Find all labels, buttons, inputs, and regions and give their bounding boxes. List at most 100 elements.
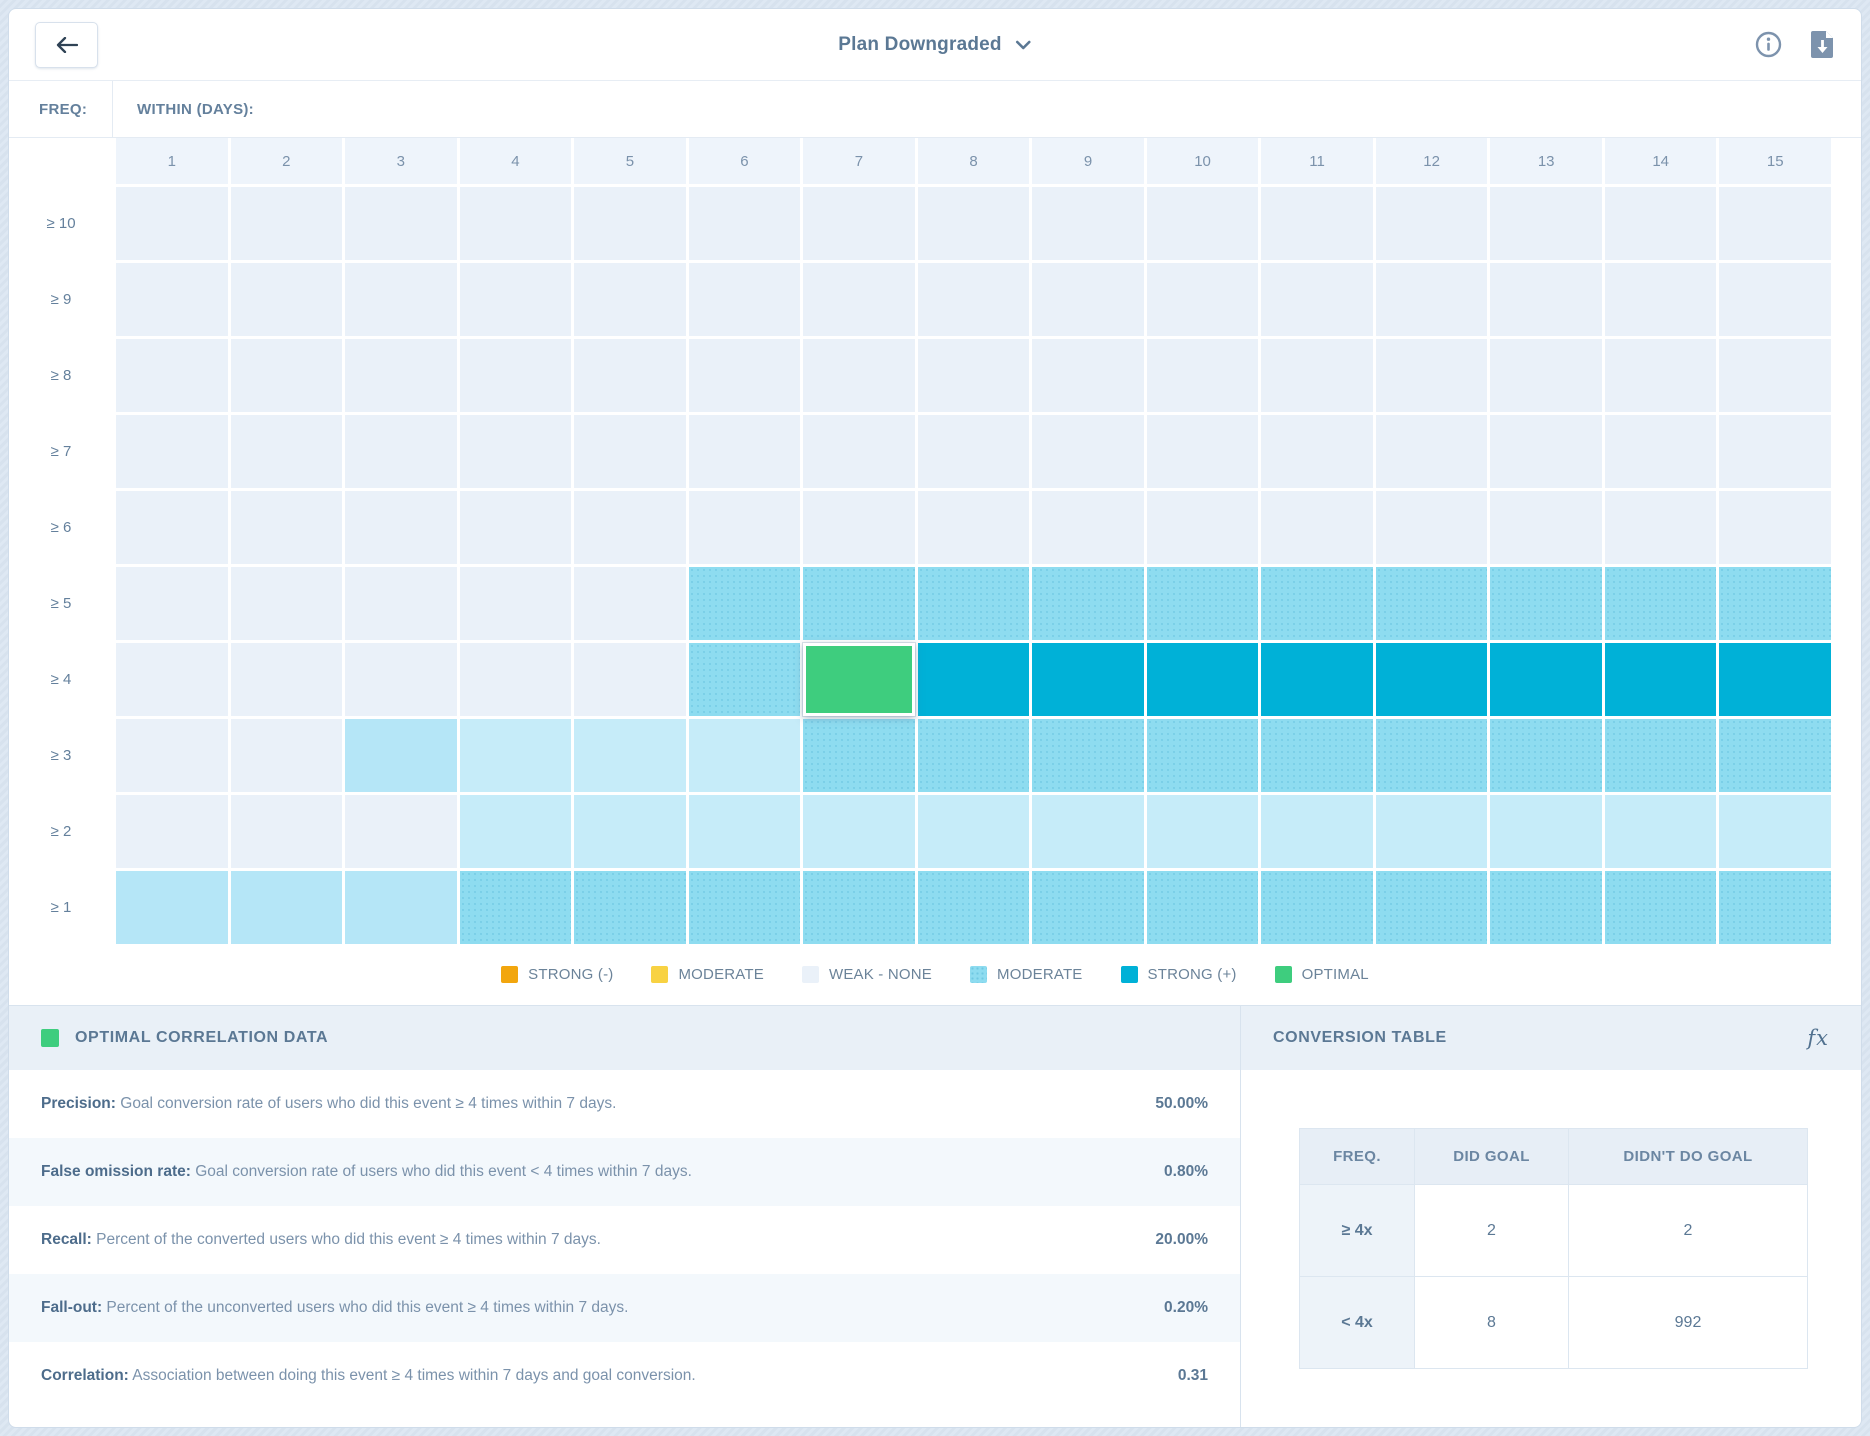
heatmap-cell[interactable] [1490,339,1602,412]
heatmap-cell[interactable] [1719,263,1831,336]
heatmap-cell[interactable] [345,795,457,868]
heatmap-cell[interactable] [918,187,1030,260]
heatmap-cell[interactable] [574,263,686,336]
heatmap-cell[interactable] [689,871,801,944]
heatmap-cell[interactable] [689,643,801,716]
heatmap-cell[interactable] [1261,871,1373,944]
heatmap-cell[interactable] [345,719,457,792]
heatmap-cell[interactable] [116,871,228,944]
heatmap-cell[interactable] [231,263,343,336]
heatmap-cell[interactable] [116,415,228,488]
heatmap-cell[interactable] [1376,491,1488,564]
heatmap-cell[interactable] [116,187,228,260]
heatmap-cell[interactable] [689,187,801,260]
heatmap-cell[interactable] [1719,415,1831,488]
heatmap-cell[interactable] [1719,187,1831,260]
heatmap-cell[interactable] [1376,415,1488,488]
heatmap-cell[interactable] [1490,871,1602,944]
heatmap-cell[interactable] [345,187,457,260]
heatmap-cell[interactable] [1376,567,1488,640]
heatmap-cell[interactable] [460,263,572,336]
heatmap-cell[interactable] [231,339,343,412]
heatmap-cell[interactable] [1605,567,1717,640]
heatmap-cell[interactable] [460,643,572,716]
heatmap-cell[interactable] [460,491,572,564]
heatmap-cell[interactable] [918,795,1030,868]
heatmap-cell[interactable] [460,187,572,260]
heatmap-cell[interactable] [1032,719,1144,792]
heatmap-cell[interactable] [1605,263,1717,336]
heatmap-cell[interactable] [231,187,343,260]
heatmap-cell[interactable] [803,567,915,640]
heatmap-cell[interactable] [689,795,801,868]
heatmap-cell[interactable] [1490,643,1602,716]
heatmap-cell[interactable] [689,415,801,488]
heatmap-cell[interactable] [116,719,228,792]
heatmap-cell[interactable] [460,567,572,640]
heatmap-cell[interactable] [345,263,457,336]
heatmap-cell[interactable] [1490,415,1602,488]
heatmap-cell[interactable] [1147,567,1259,640]
heatmap-cell[interactable] [1032,415,1144,488]
heatmap-cell[interactable] [116,339,228,412]
heatmap-cell[interactable] [574,795,686,868]
heatmap-cell[interactable] [1032,567,1144,640]
heatmap-cell[interactable] [1147,187,1259,260]
heatmap-cell[interactable] [1605,643,1717,716]
back-button[interactable] [35,22,98,68]
heatmap-cell[interactable] [1376,871,1488,944]
heatmap-cell[interactable] [918,415,1030,488]
heatmap-cell[interactable] [460,795,572,868]
heatmap-cell[interactable] [1261,187,1373,260]
heatmap-cell[interactable] [1605,795,1717,868]
heatmap-cell[interactable] [345,339,457,412]
heatmap-cell[interactable] [803,415,915,488]
heatmap-cell[interactable] [345,643,457,716]
heatmap-cell[interactable] [1261,795,1373,868]
formula-fx-icon[interactable]: fx [1807,1026,1829,1050]
heatmap-cell[interactable] [1490,567,1602,640]
heatmap-cell[interactable] [231,795,343,868]
heatmap-cell[interactable] [345,567,457,640]
heatmap-cell[interactable] [460,719,572,792]
heatmap-cell[interactable] [1605,871,1717,944]
heatmap-cell[interactable] [1032,795,1144,868]
heatmap-cell[interactable] [689,567,801,640]
heatmap-cell[interactable] [689,491,801,564]
heatmap-cell[interactable] [1032,491,1144,564]
heatmap-cell[interactable] [918,719,1030,792]
heatmap-cell[interactable] [918,567,1030,640]
heatmap-cell[interactable] [116,643,228,716]
heatmap-cell[interactable] [574,187,686,260]
heatmap-cell[interactable] [803,491,915,564]
heatmap-cell[interactable] [574,643,686,716]
heatmap-cell[interactable] [574,415,686,488]
heatmap-cell[interactable] [231,415,343,488]
heatmap-cell[interactable] [689,719,801,792]
heatmap-cell[interactable] [231,567,343,640]
heatmap-cell[interactable] [1032,339,1144,412]
heatmap-cell[interactable] [918,339,1030,412]
heatmap-cell[interactable] [1261,263,1373,336]
heatmap-cell[interactable] [1147,871,1259,944]
heatmap-cell[interactable] [574,871,686,944]
heatmap-cell[interactable] [574,339,686,412]
heatmap-cell[interactable] [1147,491,1259,564]
heatmap-cell[interactable] [918,643,1030,716]
heatmap-cell[interactable] [1719,643,1831,716]
heatmap-cell[interactable] [231,871,343,944]
heatmap-cell[interactable] [460,415,572,488]
heatmap-cell[interactable] [1605,415,1717,488]
heatmap-cell[interactable] [1376,263,1488,336]
heatmap-cell[interactable] [1719,719,1831,792]
heatmap-cell[interactable] [460,339,572,412]
heatmap-cell[interactable] [689,339,801,412]
heatmap-cell[interactable] [345,871,457,944]
heatmap-cell[interactable] [1261,339,1373,412]
heatmap-cell[interactable] [803,871,915,944]
heatmap-cell[interactable] [116,491,228,564]
heatmap-cell[interactable] [1376,187,1488,260]
heatmap-cell[interactable] [689,263,801,336]
heatmap-cell[interactable] [1376,339,1488,412]
heatmap-cell[interactable] [803,339,915,412]
